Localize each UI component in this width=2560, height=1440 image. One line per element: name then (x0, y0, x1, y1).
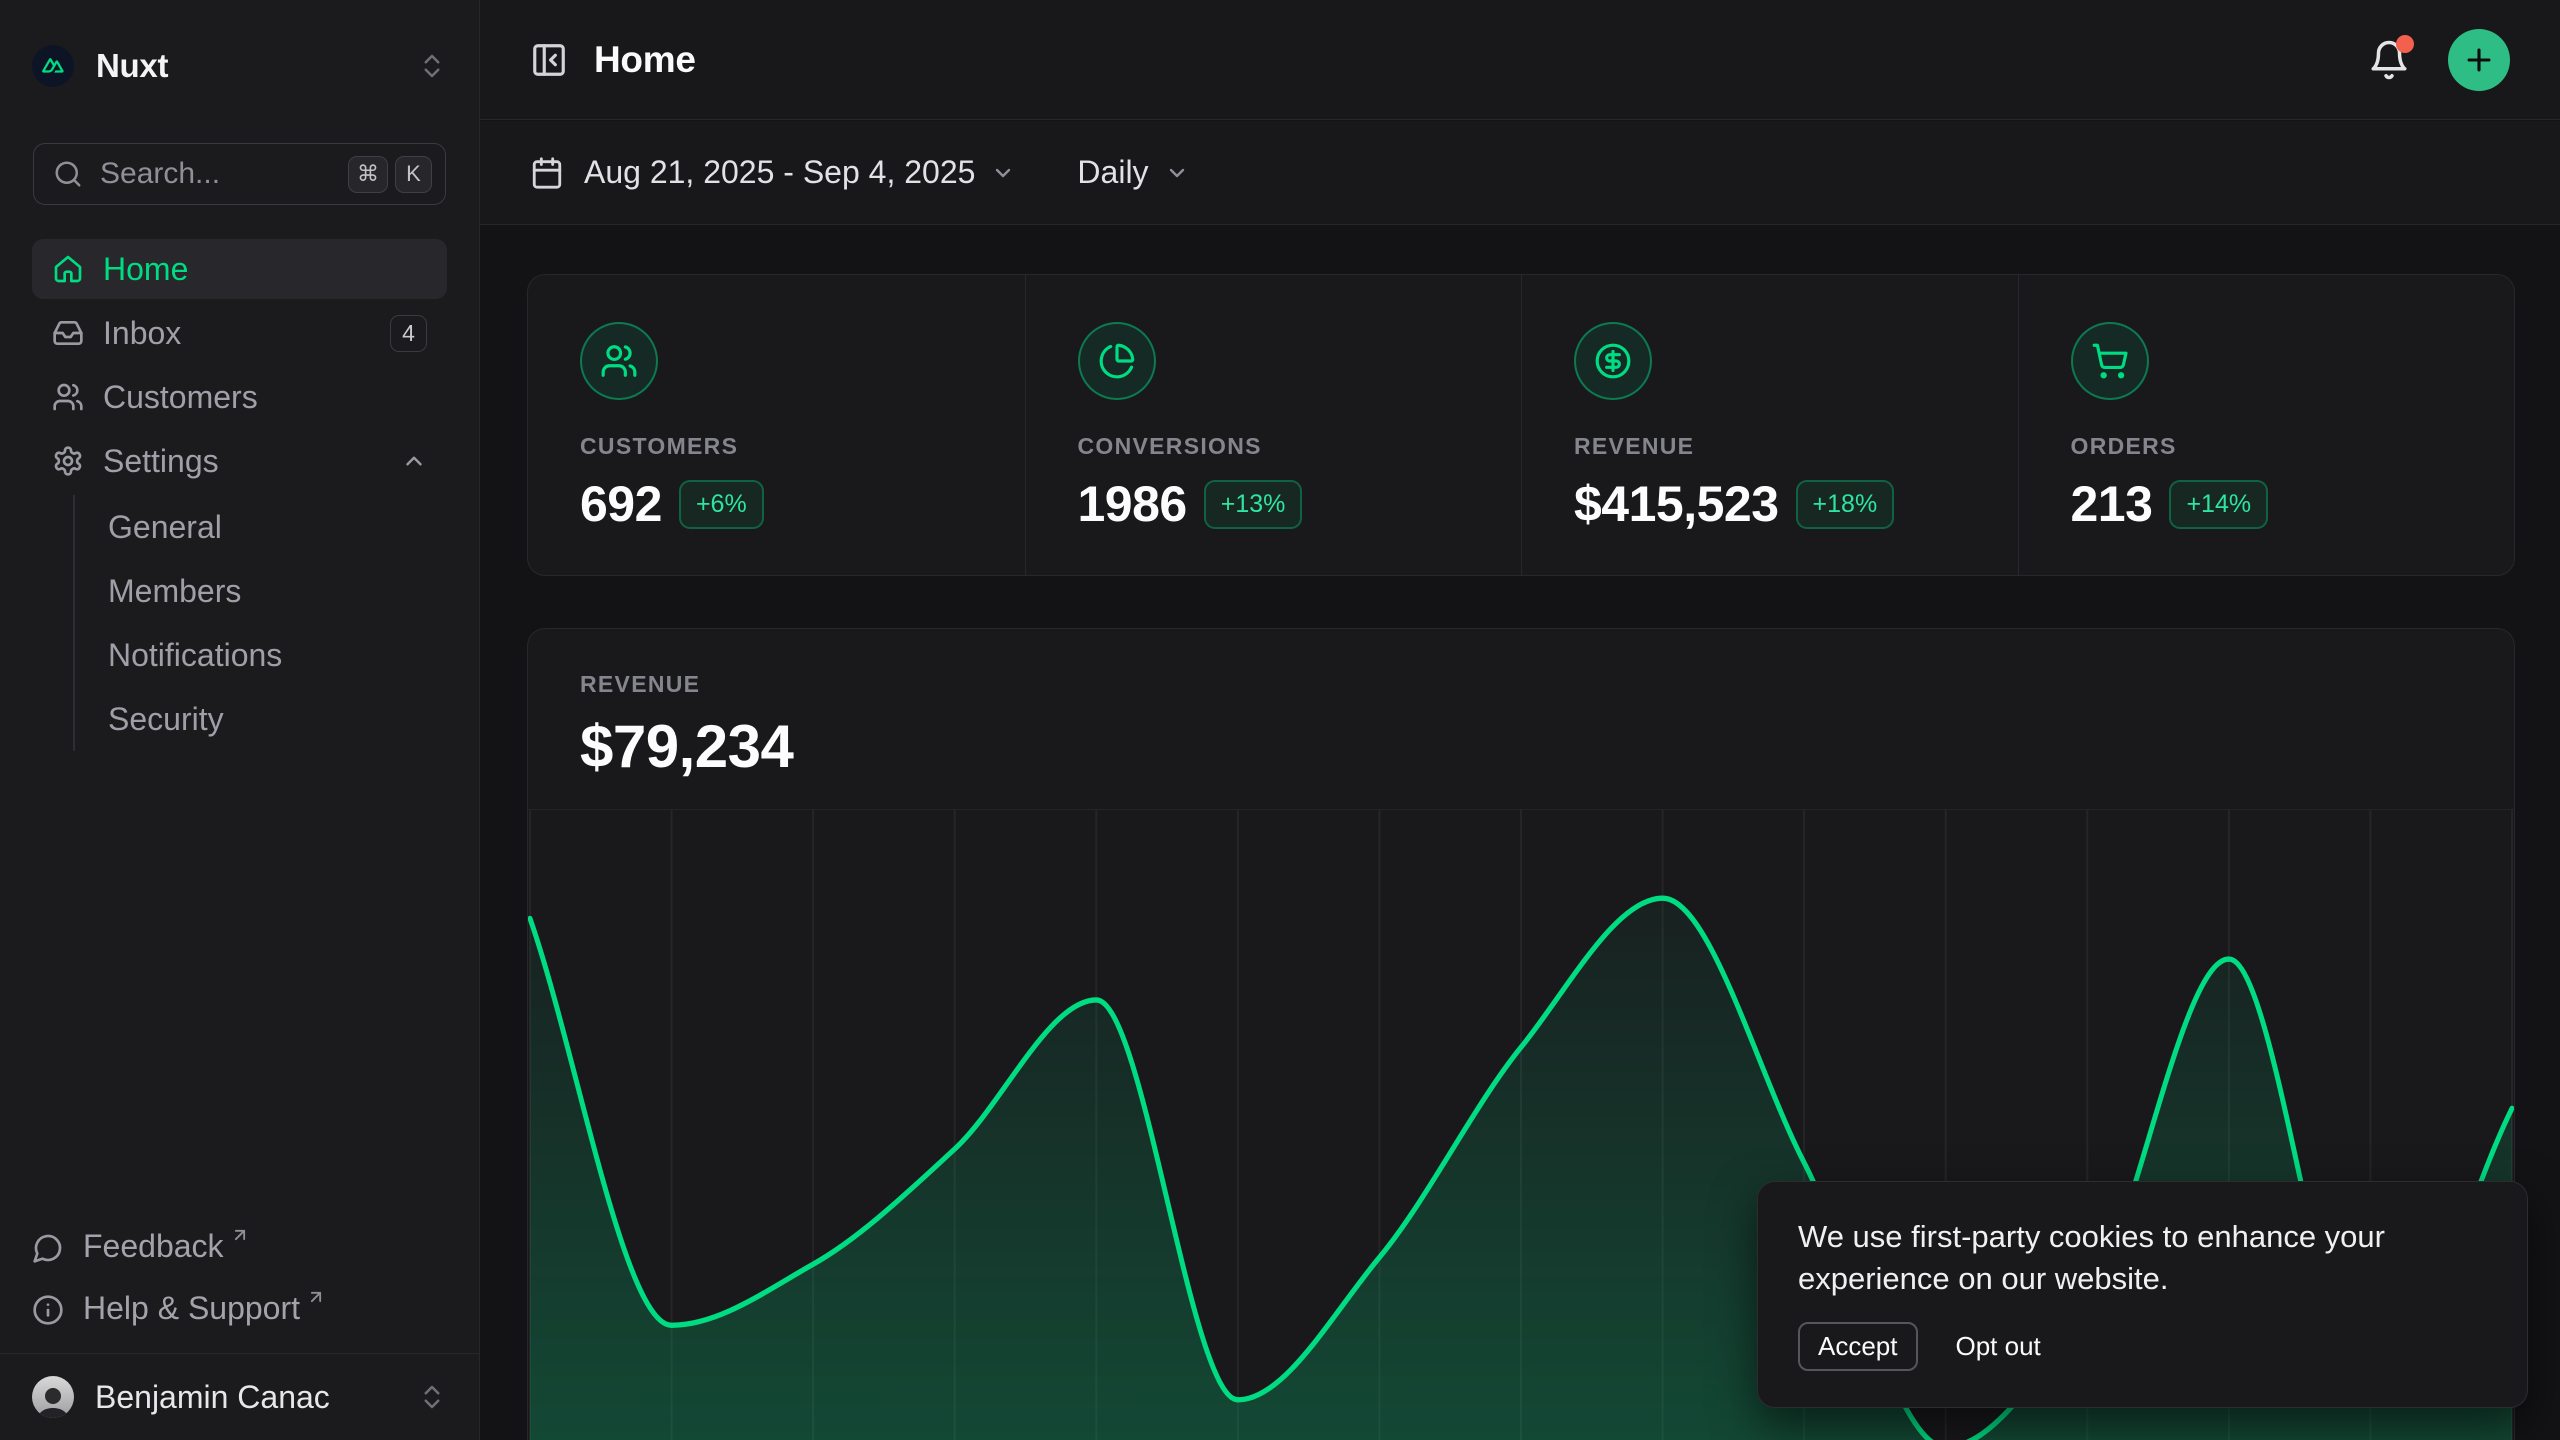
user-menu[interactable]: Benjamin Canac (0, 1353, 479, 1440)
search-icon (53, 159, 83, 189)
date-range-value: Aug 21, 2025 - Sep 4, 2025 (584, 154, 975, 191)
notifications-button[interactable] (2368, 39, 2410, 81)
chevron-down-icon (991, 161, 1015, 185)
stat-icon-circle (580, 322, 658, 400)
sidebar-footer: Feedback Help & Support (32, 1215, 447, 1353)
stat-value: $415,523 (1574, 475, 1779, 533)
search-shortcut: ⌘ K (348, 156, 432, 193)
stat-card-orders: ORDERS 213 +14% (2018, 275, 2515, 575)
stat-icon-circle (1574, 322, 1652, 400)
help-support-label: Help & Support (83, 1289, 300, 1327)
stat-delta-badge: +6% (679, 480, 764, 529)
sidebar-item-label: Customers (103, 379, 258, 416)
help-support-link[interactable]: Help & Support (32, 1277, 447, 1339)
cookie-banner: We use first-party cookies to enhance yo… (1757, 1181, 2528, 1408)
granularity-select[interactable]: Daily (1077, 154, 1188, 191)
opt-out-button[interactable]: Opt out (1956, 1331, 2041, 1362)
chevrons-up-down-icon (417, 1382, 447, 1412)
stat-card-revenue: REVENUE $415,523 +18% (1521, 275, 2018, 575)
settings-sub-list: General Members Notifications Security (73, 495, 447, 751)
nuxt-logo-icon (32, 45, 74, 87)
workspace-name: Nuxt (96, 47, 168, 85)
date-range-picker[interactable]: Aug 21, 2025 - Sep 4, 2025 (530, 154, 1015, 191)
arrow-up-right-icon (306, 1287, 326, 1307)
stats-row: CUSTOMERS 692 +6% CONVERSIONS 1986 +13% … (527, 274, 2515, 576)
calendar-icon (530, 156, 564, 190)
stat-delta-badge: +18% (1796, 480, 1895, 529)
kbd-cmd: ⌘ (348, 156, 388, 193)
filters-toolbar: Aug 21, 2025 - Sep 4, 2025 Daily (480, 121, 2560, 225)
chevron-up-icon (401, 448, 427, 474)
inbox-count-badge: 4 (390, 315, 427, 352)
stat-label: REVENUE (1574, 433, 2018, 460)
stat-label: CONVERSIONS (1078, 433, 1522, 460)
shopping-cart-icon (2091, 342, 2129, 380)
stat-label: ORDERS (2071, 433, 2515, 460)
sidebar-item-settings[interactable]: Settings (32, 431, 447, 491)
gear-icon (52, 445, 84, 477)
workspace-selector[interactable]: Nuxt (32, 42, 447, 90)
stat-card-conversions: CONVERSIONS 1986 +13% (1025, 275, 1522, 575)
panel-left-close-icon (530, 41, 568, 79)
circle-dollar-sign-icon (1594, 342, 1632, 380)
sidebar-item-label: Home (103, 251, 188, 288)
stat-label: CUSTOMERS (580, 433, 1025, 460)
revenue-panel-label: REVENUE (580, 671, 2462, 698)
feedback-label: Feedback (83, 1227, 224, 1265)
stat-delta-badge: +13% (1204, 480, 1303, 529)
sidebar-spacer (0, 751, 479, 1215)
accept-button[interactable]: Accept (1798, 1322, 1918, 1371)
chevron-down-icon (1165, 161, 1189, 185)
sidebar: Nuxt Search... ⌘ K Home Inbox 4 Customer… (0, 0, 480, 1440)
chevrons-up-down-icon (417, 51, 447, 81)
house-icon (52, 253, 84, 285)
arrow-up-right-icon (230, 1225, 250, 1245)
kbd-k: K (395, 156, 432, 193)
info-circle-icon (32, 1294, 64, 1326)
users-icon (52, 381, 84, 413)
stat-card-customers: CUSTOMERS 692 +6% (528, 275, 1025, 575)
search-placeholder: Search... (100, 157, 220, 191)
user-name: Benjamin Canac (95, 1379, 330, 1416)
users-icon (600, 342, 638, 380)
sidebar-item-label: Inbox (103, 315, 181, 352)
message-circle-icon (32, 1232, 64, 1264)
chart-pie-icon (1098, 342, 1136, 380)
stat-value: 213 (2071, 475, 2153, 533)
search-input[interactable]: Search... ⌘ K (33, 143, 446, 205)
sidebar-item-notifications[interactable]: Notifications (106, 623, 447, 687)
feedback-link[interactable]: Feedback (32, 1215, 447, 1277)
sidebar-item-customers[interactable]: Customers (32, 367, 447, 427)
revenue-panel-value: $79,234 (580, 712, 2462, 781)
page-title: Home (594, 39, 696, 81)
cookie-message: We use first-party cookies to enhance yo… (1798, 1216, 2487, 1300)
granularity-value: Daily (1077, 154, 1148, 191)
stat-icon-circle (1078, 322, 1156, 400)
sidebar-nav: Home Inbox 4 Customers Settings General … (32, 239, 447, 751)
sidebar-item-security[interactable]: Security (106, 687, 447, 751)
plus-icon (2462, 43, 2496, 77)
avatar (32, 1376, 74, 1418)
page-header: Home (480, 0, 2560, 120)
sidebar-item-general[interactable]: General (106, 495, 447, 559)
sidebar-item-home[interactable]: Home (32, 239, 447, 299)
sidebar-collapse-button[interactable] (530, 41, 568, 79)
sidebar-item-members[interactable]: Members (106, 559, 447, 623)
stat-delta-badge: +14% (2169, 480, 2268, 529)
inbox-icon (52, 317, 84, 349)
add-button[interactable] (2448, 29, 2510, 91)
notification-dot (2396, 35, 2414, 53)
stat-value: 1986 (1078, 475, 1187, 533)
stat-icon-circle (2071, 322, 2149, 400)
sidebar-item-inbox[interactable]: Inbox 4 (32, 303, 447, 363)
stat-value: 692 (580, 475, 662, 533)
sidebar-item-label: Settings (103, 443, 219, 480)
